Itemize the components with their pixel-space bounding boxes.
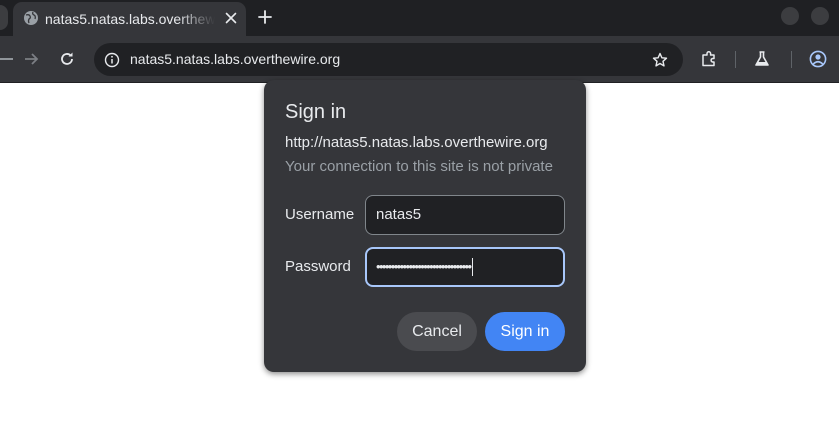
sign-in-dialog: Sign in http://natas5.natas.labs.overthe… <box>264 80 586 372</box>
labs-flask-icon[interactable] <box>751 48 773 70</box>
password-label: Password <box>285 258 351 275</box>
forward-arrow-icon[interactable] <box>20 48 42 70</box>
minimize-button[interactable] <box>781 7 799 25</box>
text-caret <box>472 258 474 277</box>
toolbar-separator <box>735 51 736 68</box>
sign-in-button[interactable]: Sign in <box>485 312 565 351</box>
star-icon[interactable] <box>648 48 672 72</box>
profile-icon[interactable] <box>807 48 829 70</box>
close-icon[interactable] <box>221 8 241 28</box>
back-arrow-icon[interactable] <box>0 48 18 70</box>
username-field[interactable]: natas5 <box>365 195 565 235</box>
tab-strip: natas5.natas.labs.overthewire.org <box>0 0 839 36</box>
toolbar: natas5.natas.labs.overthewire.org <box>0 36 839 83</box>
username-value: natas5 <box>376 206 422 223</box>
globe-icon <box>23 10 39 26</box>
dialog-origin: http://natas5.natas.labs.overthewire.org <box>285 134 548 151</box>
password-value: •••••••••••••••••••••••••••••••• <box>376 259 472 274</box>
reload-icon[interactable] <box>56 48 78 70</box>
info-icon[interactable] <box>100 48 124 72</box>
address-bar[interactable]: natas5.natas.labs.overthewire.org <box>94 43 683 76</box>
tab-title: natas5.natas.labs.overthewire.org <box>45 11 215 27</box>
username-label: Username <box>285 206 355 223</box>
maximize-button[interactable] <box>811 7 829 25</box>
dialog-title: Sign in <box>285 101 347 123</box>
toolbar-separator <box>791 51 792 68</box>
extensions-icon[interactable] <box>698 48 720 70</box>
previous-tab[interactable] <box>0 5 8 30</box>
plus-icon[interactable] <box>254 6 276 28</box>
connection-warning: Your connection to this site is not priv… <box>285 158 553 175</box>
cancel-button[interactable]: Cancel <box>397 312 477 351</box>
password-field[interactable]: •••••••••••••••••••••••••••••••• <box>365 247 565 287</box>
active-tab[interactable]: natas5.natas.labs.overthewire.org <box>13 2 246 36</box>
url-text[interactable]: natas5.natas.labs.overthewire.org <box>130 50 340 68</box>
